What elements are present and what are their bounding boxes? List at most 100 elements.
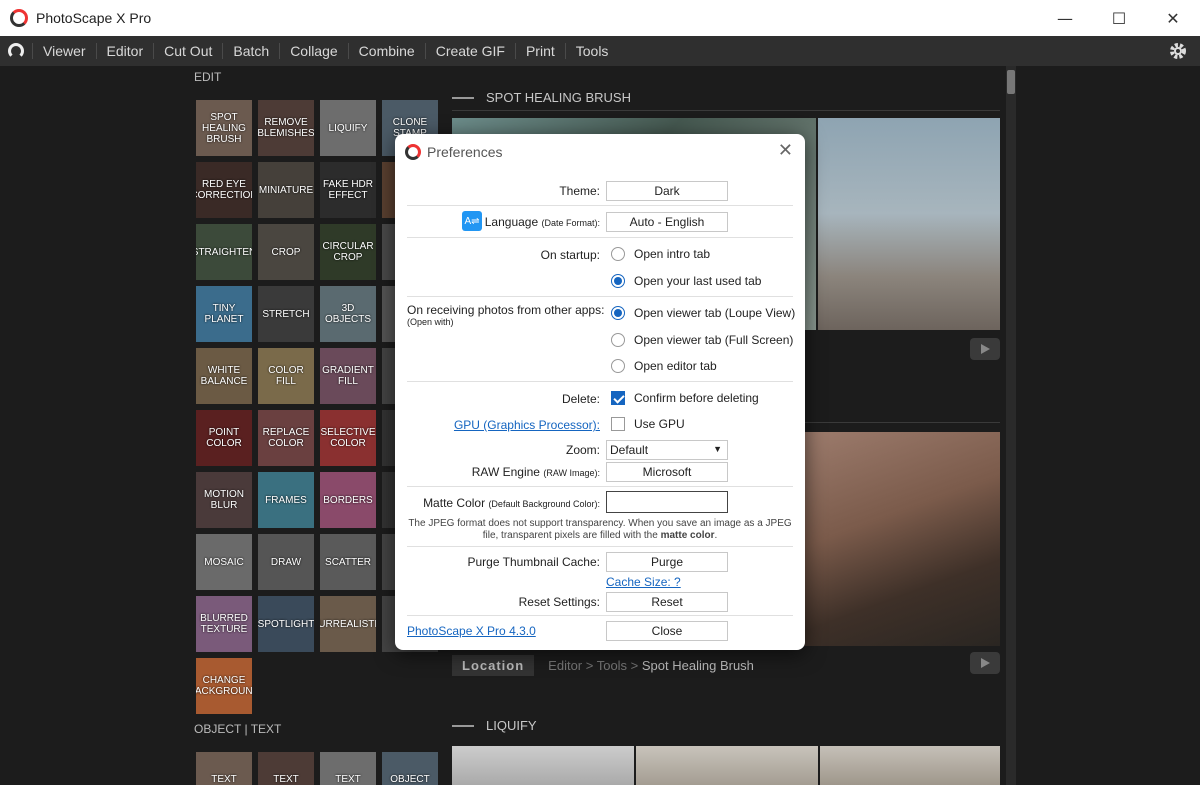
version-link[interactable]: PhotoScape X Pro 4.3.0 (407, 624, 536, 638)
menu-print[interactable]: Print (514, 43, 565, 59)
play-video-button-2[interactable] (970, 652, 1000, 674)
purge-button[interactable]: Purge (606, 552, 728, 572)
tool-tile[interactable]: FAKE HDR EFFECT (320, 162, 376, 218)
menu-collage[interactable]: Collage (279, 43, 347, 59)
tool-tile[interactable]: SURREALISTIC (320, 596, 376, 652)
object-tool-tile[interactable]: OBJECT (382, 752, 438, 785)
preferences-dialog: Preferences ✕ Theme: Dark A⇌ Language (D… (395, 134, 805, 650)
chevron-down-icon: ▼ (713, 444, 722, 454)
raw-engine-button[interactable]: Microsoft (606, 462, 728, 482)
use-gpu-checkbox[interactable]: Use GPU (611, 417, 685, 431)
language-icon: A⇌ (462, 211, 482, 231)
divider (407, 381, 793, 382)
language-button[interactable]: Auto - English (606, 212, 728, 232)
play-video-button[interactable] (970, 338, 1000, 360)
dialog-logo-icon (405, 144, 421, 160)
tool-tile[interactable]: MINIATURE (258, 162, 314, 218)
menu-batch[interactable]: Batch (222, 43, 279, 59)
theme-label: Theme: (559, 184, 600, 198)
location-badge: Location (452, 654, 535, 676)
maximize-button[interactable]: ☐ (1092, 0, 1146, 36)
object-tool-tile[interactable]: TEXT (320, 752, 376, 785)
menu-tools[interactable]: Tools (564, 43, 619, 59)
divider (407, 546, 793, 547)
tool-tile[interactable]: DRAW (258, 534, 314, 590)
dialog-close-icon[interactable]: ✕ (778, 140, 793, 161)
jpeg-note: The JPEG format does not support transpa… (408, 518, 792, 541)
cache-size-link[interactable]: Cache Size: ? (606, 575, 681, 589)
tool-tile[interactable]: TINY PLANET (196, 286, 252, 342)
receive-fullscreen-radio[interactable]: Open viewer tab (Full Screen) (611, 333, 793, 347)
tool-tile[interactable]: SELECTIVE COLOR (320, 410, 376, 466)
home-logo-icon[interactable] (0, 36, 32, 66)
menu-viewer[interactable]: Viewer (32, 43, 96, 59)
object-text-section-label: OBJECT | TEXT (194, 722, 282, 736)
menu-combine[interactable]: Combine (347, 43, 425, 59)
reset-settings-label: Reset Settings: (518, 595, 600, 609)
tool-tile[interactable]: SPOT HEALING BRUSH (196, 100, 252, 156)
tool-tile[interactable]: GRADIENT FILL (320, 348, 376, 404)
tool-tile[interactable]: CHANGE BACKGROUND (196, 658, 252, 714)
radio-icon (611, 333, 625, 347)
sample-photo-liquify-1 (452, 746, 634, 785)
sample-photo-liquify-3 (820, 746, 1000, 785)
tool-tile[interactable]: STRETCH (258, 286, 314, 342)
zoom-select[interactable]: Default ▼ (606, 440, 728, 460)
close-window-button[interactable]: ✕ (1146, 0, 1200, 36)
tool-tile[interactable]: WHITE BALANCE (196, 348, 252, 404)
tool-tile[interactable]: SPOTLIGHT (258, 596, 314, 652)
menu-bar: Viewer Editor Cut Out Batch Collage Comb… (0, 36, 1200, 66)
confirm-delete-checkbox[interactable]: Confirm before deleting (611, 391, 759, 405)
dialog-title: Preferences (427, 144, 503, 160)
tool-tile[interactable]: BORDERS (320, 472, 376, 528)
receive-label: On receiving photos from other apps: (Op… (407, 303, 605, 327)
tool-tile[interactable]: COLOR FILL (258, 348, 314, 404)
checkbox-checked-icon (611, 391, 625, 405)
divider (452, 110, 1000, 111)
tool-tile[interactable]: LIQUIFY (320, 100, 376, 156)
reset-button[interactable]: Reset (606, 592, 728, 612)
tool-tile[interactable]: REMOVE BLEMISHES (258, 100, 314, 156)
tool-tile[interactable]: STRAIGHTEN (196, 224, 252, 280)
theme-button[interactable]: Dark (606, 181, 728, 201)
purge-cache-label: Purge Thumbnail Cache: (467, 555, 600, 569)
edit-section-label: EDIT (194, 70, 222, 84)
tool-tile[interactable]: BLURRED TEXTURE (196, 596, 252, 652)
object-tool-tile[interactable]: TEXT (258, 752, 314, 785)
scrollbar[interactable] (1006, 66, 1016, 785)
receive-editor-radio[interactable]: Open editor tab (611, 359, 717, 373)
radio-icon (611, 247, 625, 261)
menu-editor[interactable]: Editor (95, 43, 154, 59)
startup-intro-radio[interactable]: Open intro tab (611, 247, 710, 261)
menu-cut-out[interactable]: Cut Out (153, 43, 222, 59)
close-button[interactable]: Close (606, 621, 728, 641)
radio-selected-icon (611, 306, 625, 320)
tool-tile[interactable]: FRAMES (258, 472, 314, 528)
tool-tile[interactable]: 3D OBJECTS (320, 286, 376, 342)
zoom-label: Zoom: (565, 443, 600, 457)
startup-last-tab-radio[interactable]: Open your last used tab (611, 274, 761, 288)
gear-icon[interactable] (1168, 41, 1188, 61)
menu-create-gif[interactable]: Create GIF (424, 43, 515, 59)
scroll-thumb[interactable] (1007, 70, 1015, 94)
startup-label: On startup: (540, 248, 600, 262)
delete-label: Delete: (561, 392, 600, 406)
raw-engine-label: RAW Engine (RAW Image): (471, 465, 600, 479)
tool-tile[interactable]: CIRCULAR CROP (320, 224, 376, 280)
tool-tile[interactable]: POINT COLOR (196, 410, 252, 466)
tool-tile[interactable]: MOTION BLUR (196, 472, 252, 528)
location-bar: Location Editor > Tools > Spot Healing B… (452, 654, 754, 676)
tool-tile[interactable]: CROP (258, 224, 314, 280)
radio-selected-icon (611, 274, 625, 288)
gpu-link[interactable]: GPU (Graphics Processor): (454, 418, 600, 432)
minimize-button[interactable]: — (1038, 0, 1092, 36)
receive-loupe-radio[interactable]: Open viewer tab (Loupe View) (611, 306, 795, 320)
tool-tile[interactable]: SCATTER (320, 534, 376, 590)
object-tool-tile[interactable]: TEXT (196, 752, 252, 785)
divider (407, 237, 793, 238)
tool-tile[interactable]: REPLACE COLOR (258, 410, 314, 466)
tool-tile[interactable]: MOSAIC (196, 534, 252, 590)
matte-color-swatch[interactable] (606, 491, 728, 513)
location-path: Editor > Tools > Spot Healing Brush (548, 657, 754, 673)
tool-tile[interactable]: RED EYE CORRECTION (196, 162, 252, 218)
